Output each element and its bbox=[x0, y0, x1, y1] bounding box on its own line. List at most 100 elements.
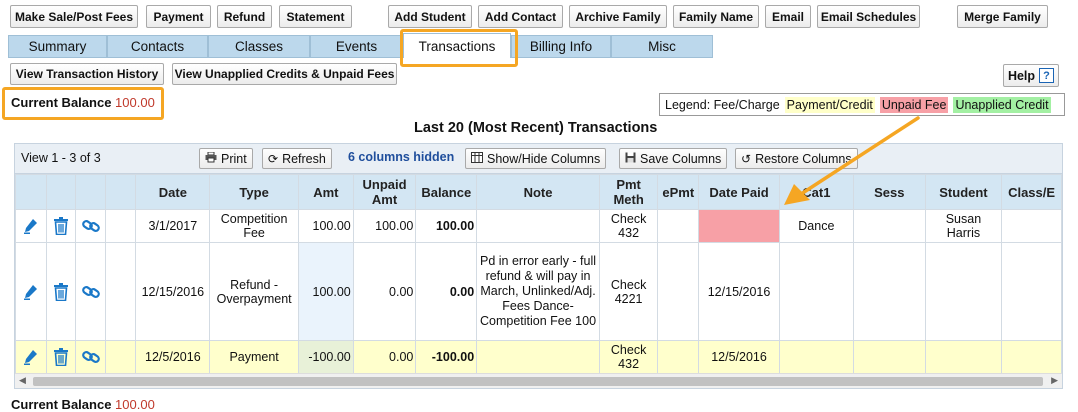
view-unapplied-credits-button[interactable]: View Unapplied Credits & Unpaid Fees bbox=[172, 63, 397, 85]
header-type[interactable]: Type bbox=[209, 174, 299, 210]
refresh-icon: ⟳ bbox=[268, 151, 279, 166]
scroll-thumb[interactable] bbox=[33, 377, 1043, 386]
cell-amt: 100.00 bbox=[297, 242, 354, 341]
refund-button[interactable]: Refund bbox=[217, 5, 272, 28]
cell-blank bbox=[105, 340, 137, 374]
payment-button[interactable]: Payment bbox=[146, 5, 211, 28]
cell-student bbox=[924, 242, 1003, 341]
cell-cat1 bbox=[778, 340, 854, 374]
tab-misc[interactable]: Misc bbox=[611, 35, 713, 58]
link-icon[interactable] bbox=[75, 340, 107, 374]
add-contact-button[interactable]: Add Contact bbox=[478, 5, 563, 28]
header-date[interactable]: Date bbox=[135, 174, 211, 210]
cell-class bbox=[1001, 242, 1062, 341]
scroll-right-icon[interactable]: ▶ bbox=[1051, 375, 1058, 386]
columns-hidden-link[interactable]: 6 columns hidden bbox=[348, 150, 454, 164]
edit-icon[interactable] bbox=[15, 209, 47, 243]
tab-events[interactable]: Events bbox=[310, 35, 403, 58]
link-icon[interactable] bbox=[75, 209, 107, 243]
annotation-arrow-icon bbox=[784, 116, 920, 205]
legend-credit: Unapplied Credit bbox=[953, 96, 1051, 113]
cell-note bbox=[476, 209, 600, 243]
statement-button[interactable]: Statement bbox=[279, 5, 352, 28]
tab-billing-info[interactable]: Billing Info bbox=[511, 35, 611, 58]
table-row: 3/1/2017 Competition Fee 100.00 100.00 1… bbox=[15, 209, 1062, 243]
scroll-left-icon[interactable]: ◀ bbox=[19, 375, 26, 386]
horizontal-scrollbar[interactable]: ◀ ▶ bbox=[15, 373, 1062, 388]
cell-amt: -100.00 bbox=[297, 340, 354, 374]
tab-bar: Summary Contacts Classes Events Transact… bbox=[8, 33, 1068, 59]
edit-icon[interactable] bbox=[15, 242, 47, 341]
cell-student: Susan Harris bbox=[924, 209, 1003, 243]
cell-pmt-meth: Check 4221 bbox=[598, 242, 659, 341]
email-button[interactable]: Email bbox=[765, 5, 811, 28]
cell-note bbox=[476, 340, 600, 374]
header-amt[interactable]: Amt bbox=[297, 174, 354, 210]
cell-sess bbox=[852, 340, 926, 374]
add-student-button[interactable]: Add Student bbox=[388, 5, 472, 28]
header-note[interactable]: Note bbox=[476, 174, 600, 210]
cell-unpaid: 0.00 bbox=[352, 340, 417, 374]
edit-icon[interactable] bbox=[15, 340, 47, 374]
refresh-label: Refresh bbox=[282, 151, 326, 166]
help-button[interactable]: Help ? bbox=[1003, 64, 1059, 87]
tab-transactions[interactable]: Transactions bbox=[403, 33, 511, 58]
cell-unpaid: 0.00 bbox=[352, 242, 417, 341]
current-balance-value: 100.00 bbox=[115, 397, 155, 412]
cell-balance: -100.00 bbox=[415, 340, 478, 374]
legend-fee-label: Legend: Fee/Charge bbox=[665, 97, 780, 112]
cell-amt: 100.00 bbox=[297, 209, 354, 243]
tab-classes[interactable]: Classes bbox=[208, 35, 310, 58]
print-icon bbox=[205, 151, 217, 166]
legend-payment: Payment/Credit bbox=[784, 96, 875, 113]
tab-summary[interactable]: Summary bbox=[8, 35, 107, 58]
table-row: 12/15/2016 Refund - Overpayment 100.00 0… bbox=[15, 242, 1062, 341]
archive-family-button[interactable]: Archive Family bbox=[569, 5, 667, 28]
header-epmt[interactable]: ePmt bbox=[657, 174, 700, 210]
cell-pmt-meth: Check 432 bbox=[598, 340, 659, 374]
header-date-paid[interactable]: Date Paid bbox=[698, 174, 780, 210]
merge-family-button[interactable]: Merge Family bbox=[957, 5, 1048, 28]
family-name-button[interactable]: Family Name bbox=[673, 5, 759, 28]
show-hide-columns-button[interactable]: Show/Hide Columns bbox=[465, 148, 607, 169]
header-student[interactable]: Student bbox=[924, 174, 1003, 210]
cell-class bbox=[1001, 209, 1062, 243]
header-edit bbox=[15, 174, 47, 210]
cell-cat1 bbox=[778, 242, 854, 341]
header-class[interactable]: Class/E bbox=[1001, 174, 1062, 210]
print-button[interactable]: Print bbox=[199, 148, 253, 169]
view-transaction-history-button[interactable]: View Transaction History bbox=[10, 63, 164, 85]
save-columns-label: Save Columns bbox=[640, 151, 722, 166]
cell-note: Pd in error early - full refund & will p… bbox=[476, 242, 600, 341]
trash-icon[interactable] bbox=[45, 340, 77, 374]
email-schedules-button[interactable]: Email Schedules bbox=[817, 5, 920, 28]
current-balance-label: Current Balance bbox=[11, 95, 112, 110]
cell-epmt bbox=[657, 209, 700, 243]
cell-class bbox=[1001, 340, 1062, 374]
cell-date: 3/1/2017 bbox=[135, 209, 211, 243]
save-columns-button[interactable]: Save Columns bbox=[619, 148, 728, 169]
make-sale-post-fees-button[interactable]: Make Sale/Post Fees bbox=[10, 5, 138, 28]
header-pmt-meth[interactable]: Pmt Meth bbox=[598, 174, 659, 210]
current-balance-top: Current Balance 100.00 bbox=[11, 95, 155, 110]
restore-icon: ↺ bbox=[741, 151, 752, 166]
link-icon[interactable] bbox=[75, 242, 107, 341]
trash-icon[interactable] bbox=[45, 209, 77, 243]
cell-date-paid: 12/15/2016 bbox=[698, 242, 780, 341]
header-unpaid-amt[interactable]: Unpaid Amt bbox=[352, 174, 417, 210]
cell-type: Competition Fee bbox=[209, 209, 299, 243]
cell-date-paid bbox=[698, 209, 780, 243]
refresh-button[interactable]: ⟳ Refresh bbox=[262, 148, 332, 169]
tab-contacts[interactable]: Contacts bbox=[107, 35, 208, 58]
header-balance[interactable]: Balance bbox=[415, 174, 478, 210]
cell-epmt bbox=[657, 242, 700, 341]
save-icon bbox=[625, 152, 636, 166]
cell-balance: 100.00 bbox=[415, 209, 478, 243]
current-balance-value: 100.00 bbox=[115, 95, 155, 110]
cell-type: Refund - Overpayment bbox=[209, 242, 299, 341]
header-blank bbox=[105, 174, 137, 210]
cell-blank bbox=[105, 242, 137, 341]
cell-pmt-meth: Check 432 bbox=[598, 209, 659, 243]
trash-icon[interactable] bbox=[45, 242, 77, 341]
cell-date: 12/5/2016 bbox=[135, 340, 211, 374]
